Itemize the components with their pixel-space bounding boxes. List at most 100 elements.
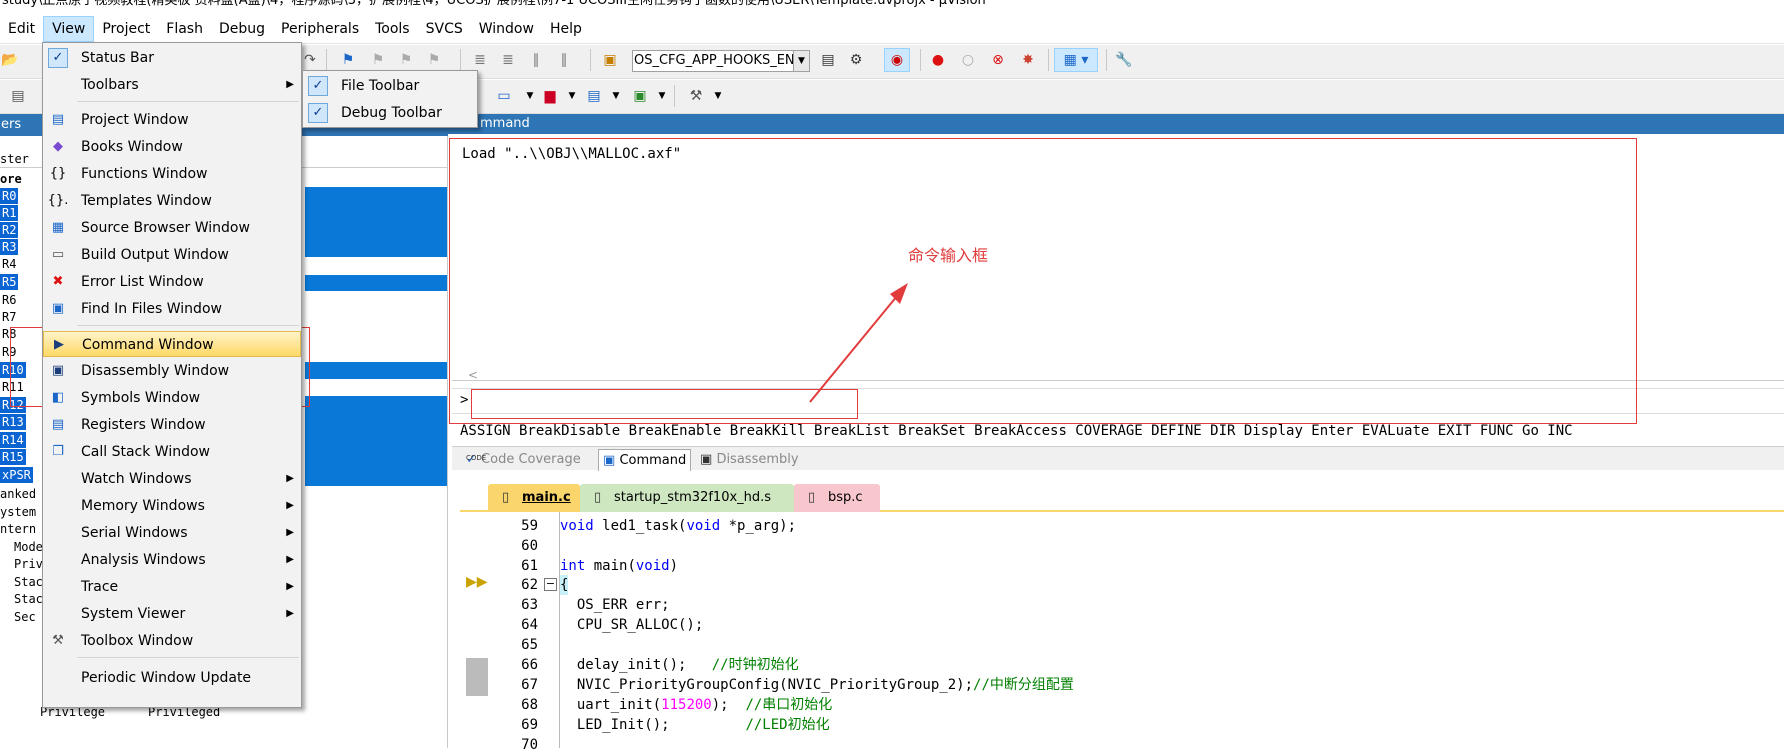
menu-item-serial-windows[interactable]: Serial Windows ▶ [43,520,301,546]
menu-item-call-stack-window[interactable]: ❐ Call Stack Window [43,439,301,465]
configure-icon[interactable]: 🔧 [1114,50,1134,70]
window-layout-icon[interactable]: ▦ ▾ [1054,48,1098,72]
tab-command[interactable]: ▣ Command [598,449,692,471]
register-row[interactable]: R2 [0,222,19,238]
tab-bsp-c[interactable]: ▯ bsp.c [794,484,880,512]
tab-code-coverage[interactable]: CODE ✓ Code Coverage [466,449,581,471]
chevron-down-icon[interactable]: ▼ [793,51,809,71]
menu-item-build-output-window[interactable]: ▭ Build Output Window [43,242,301,268]
menu-item-books-window[interactable]: ◆ Books Window [43,134,301,160]
menu-item-toolbox-window[interactable]: ⚒ Toolbox Window [43,628,301,654]
menu-view[interactable]: View [43,15,95,42]
bookmark-next-icon[interactable]: ⚑ [396,50,416,70]
incremental-find-icon[interactable]: ⚙ [846,50,866,70]
menu-item-templates-window[interactable]: {}. Templates Window [43,188,301,214]
toolbox-icon[interactable]: ⚒ [686,86,706,106]
menu-item-memory-windows[interactable]: Memory Windows ▶ [43,493,301,519]
register-row[interactable]: R15 [0,449,26,465]
menu-item-error-list-window[interactable]: ✖ Error List Window [43,269,301,295]
chevron-down-icon[interactable]: ▼ [708,86,728,106]
menu-flash[interactable]: Flash [158,16,211,42]
menu-tools[interactable]: Tools [367,16,418,42]
breakpoint-kill-all-icon[interactable]: ✸ [1018,50,1038,70]
unindent-icon[interactable]: ≣ [498,50,518,70]
tab-startup-file[interactable]: ▯ startup_stm32f10x_hd.s [580,484,794,512]
menu-item-find-in-files-window[interactable]: ▣ Find In Files Window [43,296,301,322]
register-row[interactable]: R7 [0,309,18,325]
tab-main-c[interactable]: ▯ main.c [488,484,580,512]
register-row[interactable]: R1 [0,205,19,221]
register-tree-item[interactable]: Stac [14,574,43,590]
chevron-down-icon[interactable]: ▼ [520,86,540,106]
find-in-files-icon[interactable]: ▣ [600,50,620,70]
find-icon[interactable]: ▤ [818,50,838,70]
menu-help[interactable]: Help [542,16,590,42]
register-row[interactable]: R13 [0,414,26,430]
tab-disassembly[interactable]: ▣ Disassembly [700,449,799,471]
menu-item-project-window[interactable]: ▤ Project Window [43,107,301,133]
system-viewer-icon[interactable]: ▣ [630,86,650,106]
register-tree-item[interactable]: ntern [0,521,36,537]
editor-tab-bar: ▯ main.c ▯ startup_stm32f10x_hd.s ▯ bsp.c [460,484,1784,512]
breakpoint-icon[interactable]: ● [928,50,948,70]
breakpoint-disable-all-icon[interactable]: ⊗ [988,50,1008,70]
register-row[interactable]: R4 [0,256,18,272]
register-row[interactable]: R3 [0,239,19,255]
submenu-arrow-icon: ▶ [286,473,294,484]
menu-edit[interactable]: Edit [0,16,43,42]
register-row[interactable]: R14 [0,432,26,448]
chevron-down-icon[interactable]: ▼ [652,86,672,106]
register-tree-item[interactable]: ystem [0,504,36,520]
register-tree-item[interactable]: Sec [14,609,36,625]
reset-icon[interactable]: ▤ [8,86,28,106]
redo-icon[interactable]: ↷ [300,50,320,70]
menu-item-symbols-window[interactable]: ◧ Symbols Window [43,385,301,411]
bookmark-prev-icon[interactable]: ⚑ [368,50,388,70]
menu-item-source-browser-window[interactable]: ▦ Source Browser Window [43,215,301,241]
chevron-down-icon[interactable]: ▼ [562,86,582,106]
register-tree-item[interactable]: Mode [14,539,43,555]
breakpoint-enable-icon[interactable]: ○ [958,50,978,70]
uncomment-icon[interactable]: ∥ [554,50,574,70]
trace-window-icon[interactable]: ▤ [584,86,604,106]
menu-item-periodic-window-update[interactable]: Periodic Window Update [43,665,301,691]
register-tree-item[interactable]: Priv [14,556,43,572]
register-row[interactable]: xPSR [0,467,33,483]
menu-item-file-toolbar[interactable]: ✓ File Toolbar [303,73,477,99]
indent-icon[interactable]: ≣ [470,50,490,70]
register-group[interactable]: ore [0,171,22,187]
collapse-icon[interactable]: − [544,578,557,591]
open-folder-icon[interactable]: 📂 [0,50,20,70]
menu-item-toolbars[interactable]: Toolbars ▶ [43,72,301,98]
menu-window[interactable]: Window [471,16,542,42]
submenu-arrow-icon: ▶ [286,527,294,538]
menu-item-status-bar[interactable]: ✓ Status Bar [43,45,301,71]
menu-item-registers-window[interactable]: ▤ Registers Window [43,412,301,438]
menu-project[interactable]: Project [94,16,158,42]
register-row[interactable]: R5 [0,274,19,290]
symbols-icon: ◧ [51,390,65,405]
analysis-window-icon[interactable]: ▆ [540,86,560,106]
register-row[interactable]: R0 [0,188,19,204]
menu-item-watch-windows[interactable]: Watch Windows ▶ [43,466,301,492]
menu-debug[interactable]: Debug [211,16,273,42]
menu-peripherals[interactable]: Peripherals [273,16,367,42]
menu-item-trace[interactable]: Trace ▶ [43,574,301,600]
debug-session-icon[interactable]: ◉ [884,48,910,72]
menu-item-functions-window[interactable]: {} Functions Window [43,161,301,187]
chevron-down-icon[interactable]: ▼ [606,86,626,106]
register-tree-item[interactable]: Stac [14,591,43,607]
bookmark-icon[interactable]: ⚑ [338,50,358,70]
comment-icon[interactable]: ∥ [526,50,546,70]
serial-window-icon[interactable]: ▭ [494,86,514,106]
register-row[interactable]: R6 [0,292,18,308]
menu-svcs[interactable]: SVCS [418,16,471,42]
find-combo-box[interactable]: OS_CFG_APP_HOOKS_EN ▼ [632,50,810,72]
menu-item-system-viewer[interactable]: System Viewer ▶ [43,601,301,627]
register-tree-item[interactable]: anked [0,486,36,502]
menu-item-debug-toolbar[interactable]: ✓ Debug Toolbar [303,100,477,126]
menu-item-command-window[interactable]: ▶ Command Window [43,331,301,357]
menu-item-analysis-windows[interactable]: Analysis Windows ▶ [43,547,301,573]
menu-item-disassembly-window[interactable]: ▣ Disassembly Window [43,358,301,384]
bookmark-clear-icon[interactable]: ⚑ [424,50,444,70]
